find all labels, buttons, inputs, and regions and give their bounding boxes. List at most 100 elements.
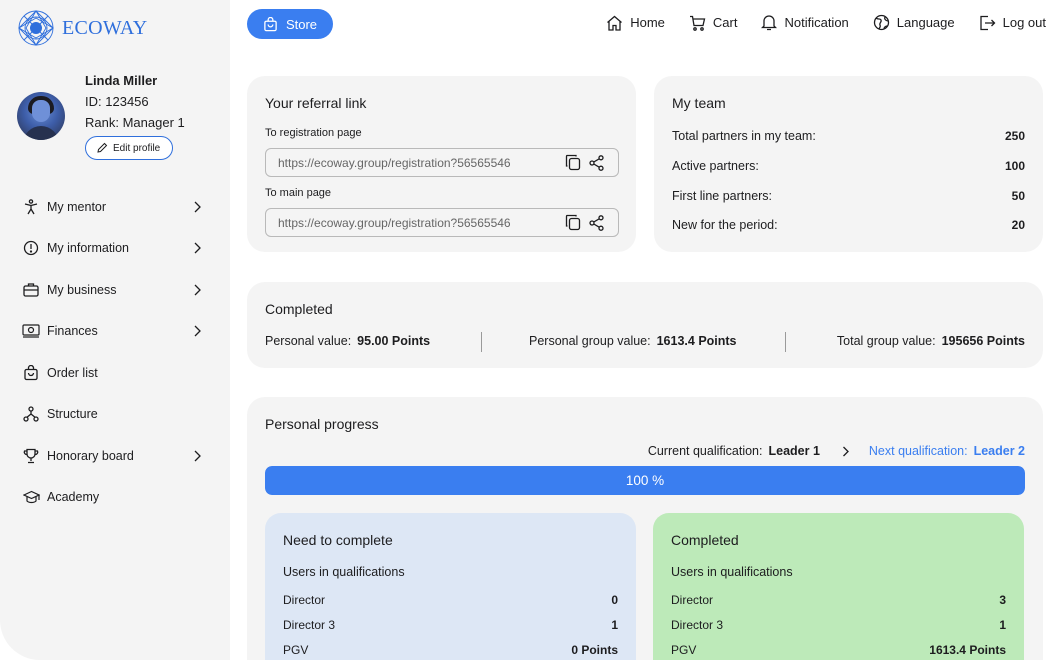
nav-logout[interactable]: Log out [979, 15, 1046, 31]
qualification-row-value: 1613.4 Points [929, 643, 1006, 657]
store-button[interactable]: Store [247, 9, 333, 39]
qualification-row-label: Director 3 [671, 618, 724, 632]
qualification-row-value: 0 Points [571, 643, 618, 657]
qualification-row-value: 1 [999, 618, 1006, 632]
profile-rank-label: Rank: [85, 115, 119, 130]
qualification-row-value: 0 [611, 593, 618, 607]
my-team-title: My team [672, 95, 726, 111]
copy-icon[interactable] [565, 214, 581, 231]
profile-id-label: ID: [85, 94, 102, 109]
graduation-cap-icon [22, 488, 40, 506]
info-circle-icon [22, 239, 40, 257]
team-row-value: 100 [1004, 159, 1025, 173]
profile-rank: Rank: Manager 1 [85, 115, 185, 130]
profile-id-value: 123456 [105, 94, 149, 109]
team-row: Active partners: 100 [672, 156, 1025, 176]
qualification-row-label: Director 3 [283, 618, 336, 632]
sidebar-item-order-list[interactable]: Order list [22, 352, 207, 394]
qualification-row: PGV 1613.4 Points [671, 641, 1006, 659]
logout-icon [979, 15, 996, 30]
total-value-stat: Total group value: 195656 Points [837, 334, 1025, 348]
edit-profile-button[interactable]: Edit profile [85, 136, 174, 160]
current-qualification-label: Current qualification: [647, 444, 763, 458]
avatar[interactable] [17, 92, 65, 140]
registration-link-field[interactable]: https://ecoway.group/registration?565655… [265, 148, 619, 177]
sidebar-item-label: My mentor [47, 199, 107, 214]
sidebar-item-label: Structure [47, 407, 98, 422]
chevron-right-icon [194, 325, 201, 337]
share-icon[interactable] [589, 154, 604, 171]
nav-notification-label: Notification [784, 15, 849, 30]
sidebar-item-label: Finances [47, 324, 98, 339]
referral-title: Your referral link [265, 95, 367, 111]
team-row-value: 20 [1011, 218, 1025, 232]
profile-rank-value: Manager 1 [122, 115, 185, 130]
person-arms-icon [22, 198, 40, 216]
personal-value-label: Personal value: [265, 334, 352, 348]
sidebar-item-structure[interactable]: Structure [22, 394, 207, 436]
nav-cart[interactable]: Cart [689, 15, 737, 31]
sidebar-item-my-mentor[interactable]: My mentor [22, 186, 207, 228]
share-icon[interactable] [589, 214, 604, 231]
qualification-row-label: Director [671, 593, 714, 607]
briefcase-icon [22, 281, 40, 299]
logo[interactable]: ECOWAY [16, 8, 148, 48]
sidebar-item-academy[interactable]: Academy [22, 477, 207, 519]
qualification-row: Director 0 [283, 591, 618, 609]
shopping-bag-icon [22, 364, 40, 382]
chevron-right-icon[interactable] [842, 446, 849, 457]
profile-name: Linda Miller [85, 73, 158, 88]
nav-notification[interactable]: Notification [761, 14, 849, 31]
team-row-value: 250 [1004, 129, 1025, 143]
next-qualification-link[interactable]: Next qualification: Leader 2 [869, 444, 1025, 458]
completed-qualifications-title: Completed [671, 532, 739, 548]
total-value-label: Total group value: [836, 334, 936, 348]
group-value-value: 1613.4 Points [656, 334, 737, 348]
sidebar-item-my-information[interactable]: My information [22, 228, 207, 270]
team-row: New for the period: 20 [672, 215, 1025, 235]
my-team-card: My team Total partners in my team: 250 A… [654, 76, 1043, 252]
edit-profile-label: Edit profile [113, 142, 161, 154]
qualification-row: Director 3 1 [283, 616, 618, 634]
sidebar-item-my-business[interactable]: My business [22, 269, 207, 311]
nav-language[interactable]: Language [873, 14, 955, 31]
qualification-row-value: 1 [611, 618, 618, 632]
team-row-label: Active partners: [672, 159, 759, 173]
current-qualification: Current qualification: Leader 1 [648, 444, 820, 458]
structure-icon [22, 405, 40, 423]
group-value-stat: Personal group value: 1613.4 Points [529, 334, 737, 348]
shopping-bag-icon [264, 16, 277, 31]
qualification-row-label: PGV [283, 643, 309, 657]
main-link-field[interactable]: https://ecoway.group/registration?565655… [265, 208, 619, 237]
main-link-label: To main page [265, 187, 332, 199]
qualification-row-label: PGV [671, 643, 697, 657]
personal-progress-title: Personal progress [265, 416, 379, 432]
chevron-right-icon [194, 242, 201, 254]
sidebar-item-finances[interactable]: Finances [22, 311, 207, 353]
sidebar-item-label: Honorary board [47, 448, 134, 463]
sidebar-item-label: My information [47, 241, 129, 256]
trophy-icon [22, 447, 40, 465]
completed-title: Completed [265, 301, 333, 317]
home-icon [607, 15, 623, 31]
total-value-value: 195656 Points [941, 334, 1025, 348]
logo-text: ECOWAY [62, 16, 148, 39]
completed-qualifications-card: Completed Users in qualifications Direct… [653, 513, 1024, 660]
progress-bar-text: 100 % [625, 473, 665, 488]
sidebar-nav: My mentor My information My business Fin… [22, 186, 207, 518]
nav-home[interactable]: Home [606, 15, 665, 31]
nav-logout-label: Log out [1002, 15, 1046, 30]
personal-value-value: 95.00 Points [357, 334, 431, 348]
qualification-row: Director 3 1 [671, 616, 1006, 634]
chevron-right-icon [194, 284, 201, 296]
personal-value-stat: Personal value: 95.00 Points [265, 334, 430, 348]
sidebar-item-honorary-board[interactable]: Honorary board [22, 435, 207, 477]
registration-link-label: To registration page [265, 127, 362, 139]
sidebar: ECOWAY Linda Miller ID: 123456 Rank: Man… [0, 0, 230, 660]
logo-icon [18, 10, 54, 46]
next-qualification-value: Leader 2 [973, 444, 1025, 458]
bell-icon [761, 15, 778, 31]
qualification-row: Current qualification: Leader 1 Next qual… [648, 444, 1025, 458]
qualification-row-label: Director [283, 593, 326, 607]
copy-icon[interactable] [565, 154, 581, 171]
